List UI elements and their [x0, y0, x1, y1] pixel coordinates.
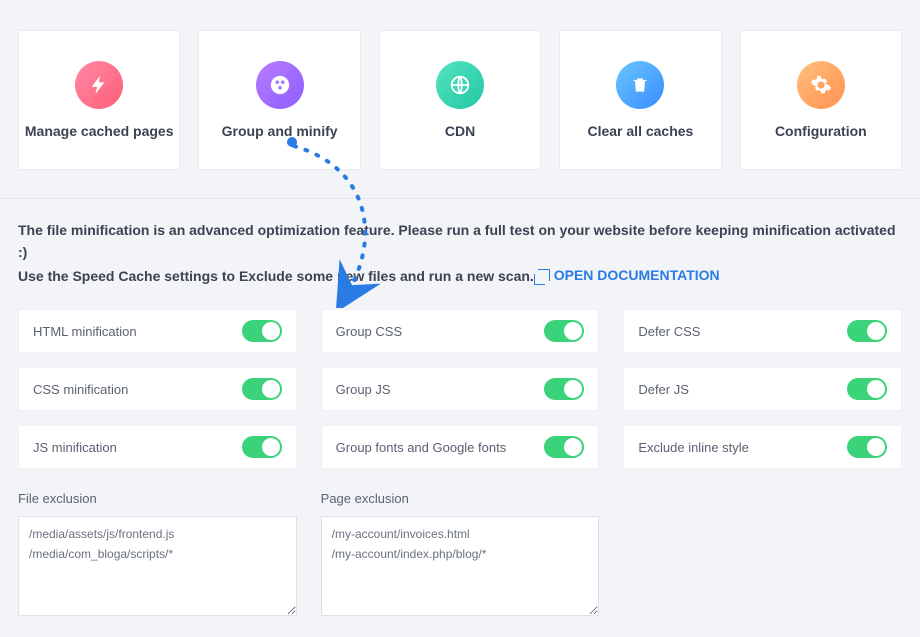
intro-text: The file minification is an advanced opt… [0, 219, 920, 309]
toggle-label: JS minification [33, 440, 117, 455]
toggle-label: Group fonts and Google fonts [336, 440, 507, 455]
exclusion-grid: File exclusion Page exclusion [0, 469, 920, 637]
intro-line1: The file minification is an advanced opt… [18, 219, 902, 264]
file-exclusion-textarea[interactable] [18, 516, 297, 616]
nav-row: Manage cached pages Group and minify CDN… [0, 0, 920, 198]
toggle-css-minification: CSS minification [18, 367, 297, 411]
toggle-label: Group JS [336, 382, 391, 397]
nav-label: Group and minify [222, 123, 338, 139]
switch-html-minification[interactable] [242, 320, 282, 342]
toggle-group-fonts: Group fonts and Google fonts [321, 425, 600, 469]
toggle-group-js: Group JS [321, 367, 600, 411]
external-link-icon [538, 269, 550, 281]
nav-card-cdn[interactable]: CDN [379, 30, 541, 170]
toggle-label: Group CSS [336, 324, 402, 339]
file-exclusion-block: File exclusion [18, 491, 297, 619]
nav-label: Clear all caches [587, 123, 693, 139]
nav-label: CDN [445, 123, 475, 139]
page-exclusion-label: Page exclusion [321, 491, 600, 506]
page-exclusion-block: Page exclusion [321, 491, 600, 619]
switch-defer-css[interactable] [847, 320, 887, 342]
doc-link-label: OPEN DOCUMENTATION [554, 264, 720, 286]
toggle-label: HTML minification [33, 324, 137, 339]
toggle-defer-js: Defer JS [623, 367, 902, 411]
switch-js-minification[interactable] [242, 436, 282, 458]
gear-icon [797, 61, 845, 109]
bolt-icon [75, 61, 123, 109]
trash-icon [616, 61, 664, 109]
globe-icon [436, 61, 484, 109]
switch-exclude-inline-style[interactable] [847, 436, 887, 458]
intro-line2: Use the Speed Cache settings to Exclude … [18, 268, 534, 284]
toggle-grid: HTML minification Group CSS Defer CSS CS… [0, 309, 920, 469]
divider [0, 198, 920, 199]
page-exclusion-textarea[interactable] [321, 516, 600, 616]
switch-group-fonts[interactable] [544, 436, 584, 458]
open-documentation-link[interactable]: OPEN DOCUMENTATION [538, 264, 720, 286]
toggle-html-minification: HTML minification [18, 309, 297, 353]
nav-label: Manage cached pages [25, 123, 174, 139]
switch-group-js[interactable] [544, 378, 584, 400]
palette-icon [256, 61, 304, 109]
exclusion-spacer [623, 491, 902, 619]
toggle-label: Defer JS [638, 382, 689, 397]
switch-group-css[interactable] [544, 320, 584, 342]
nav-card-configuration[interactable]: Configuration [740, 30, 902, 170]
toggle-js-minification: JS minification [18, 425, 297, 469]
file-exclusion-label: File exclusion [18, 491, 297, 506]
switch-defer-js[interactable] [847, 378, 887, 400]
nav-card-group-and-minify[interactable]: Group and minify [198, 30, 360, 170]
toggle-label: Exclude inline style [638, 440, 749, 455]
toggle-group-css: Group CSS [321, 309, 600, 353]
toggle-label: CSS minification [33, 382, 128, 397]
nav-label: Configuration [775, 123, 867, 139]
toggle-label: Defer CSS [638, 324, 700, 339]
nav-card-manage-cached-pages[interactable]: Manage cached pages [18, 30, 180, 170]
switch-css-minification[interactable] [242, 378, 282, 400]
toggle-exclude-inline-style: Exclude inline style [623, 425, 902, 469]
toggle-defer-css: Defer CSS [623, 309, 902, 353]
nav-card-clear-all-caches[interactable]: Clear all caches [559, 30, 721, 170]
